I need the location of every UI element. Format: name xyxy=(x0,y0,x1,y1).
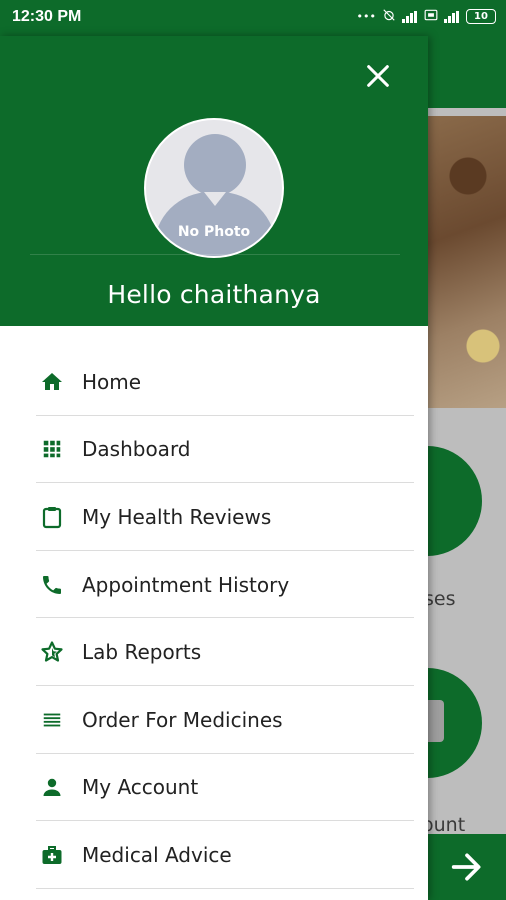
background-next-button xyxy=(428,834,506,900)
drawer-menu: Home Dashboard My Health Reviews Appoint… xyxy=(0,348,428,889)
greeting-text: Hello chaithanya xyxy=(107,280,321,309)
background-app: ses ount xyxy=(428,36,506,900)
signal-icon xyxy=(402,10,418,23)
menu-item-home[interactable]: Home xyxy=(0,348,428,416)
close-icon xyxy=(367,65,389,87)
header-divider xyxy=(30,254,400,255)
menu-item-dashboard[interactable]: Dashboard xyxy=(0,416,428,484)
more-dots-icon: ••• xyxy=(356,10,376,23)
menu-item-appointment-history[interactable]: Appointment History xyxy=(0,551,428,619)
background-circle-button xyxy=(428,446,482,556)
drawer-header: No Photo Hello chaithanya xyxy=(0,36,428,326)
menu-item-label: Dashboard xyxy=(82,437,191,462)
list-icon xyxy=(40,708,64,732)
arrow-right-icon xyxy=(451,853,481,881)
background-clipboard-icon xyxy=(428,700,444,742)
status-icons: ••• 10 xyxy=(357,8,496,25)
background-banner-image xyxy=(428,116,506,408)
navigation-drawer: No Photo Hello chaithanya Home Dashboard… xyxy=(0,36,428,900)
background-partial-label-2: ount xyxy=(428,814,466,836)
status-time: 12:30 PM xyxy=(12,8,82,25)
close-button[interactable] xyxy=(360,58,396,94)
menu-item-label: Lab Reports xyxy=(82,640,202,665)
signal-icon-2 xyxy=(444,10,460,23)
grid-icon xyxy=(40,437,64,461)
menu-item-label: Appointment History xyxy=(82,572,290,597)
star-icon xyxy=(40,640,64,664)
medical-kit-icon xyxy=(40,843,64,867)
person-icon xyxy=(40,775,64,799)
menu-item-health-reviews[interactable]: My Health Reviews xyxy=(0,483,428,551)
menu-item-my-account[interactable]: My Account xyxy=(0,754,428,822)
phone-icon xyxy=(40,573,64,597)
menu-item-lab-reports[interactable]: Lab Reports xyxy=(0,618,428,686)
alarm-off-icon xyxy=(382,8,396,25)
avatar-head xyxy=(184,134,246,196)
menu-item-order-medicines[interactable]: Order For Medicines xyxy=(0,686,428,754)
menu-item-label: Order For Medicines xyxy=(82,707,283,732)
menu-item-label: My Health Reviews xyxy=(82,504,272,529)
menu-item-label: Medical Advice xyxy=(82,842,232,867)
home-icon xyxy=(40,370,64,394)
hd-icon xyxy=(424,8,438,25)
avatar[interactable]: No Photo xyxy=(144,118,284,258)
avatar-caption: No Photo xyxy=(177,224,251,240)
battery-icon: 10 xyxy=(466,9,496,24)
clipboard-icon xyxy=(40,505,64,529)
menu-item-medical-advice[interactable]: Medical Advice xyxy=(0,821,428,889)
menu-item-label: Home xyxy=(82,369,142,394)
background-partial-label: ses xyxy=(428,588,456,610)
status-bar: 12:30 PM ••• 10 xyxy=(0,0,506,36)
background-app-bar xyxy=(428,36,506,108)
menu-item-label: My Account xyxy=(82,775,199,800)
